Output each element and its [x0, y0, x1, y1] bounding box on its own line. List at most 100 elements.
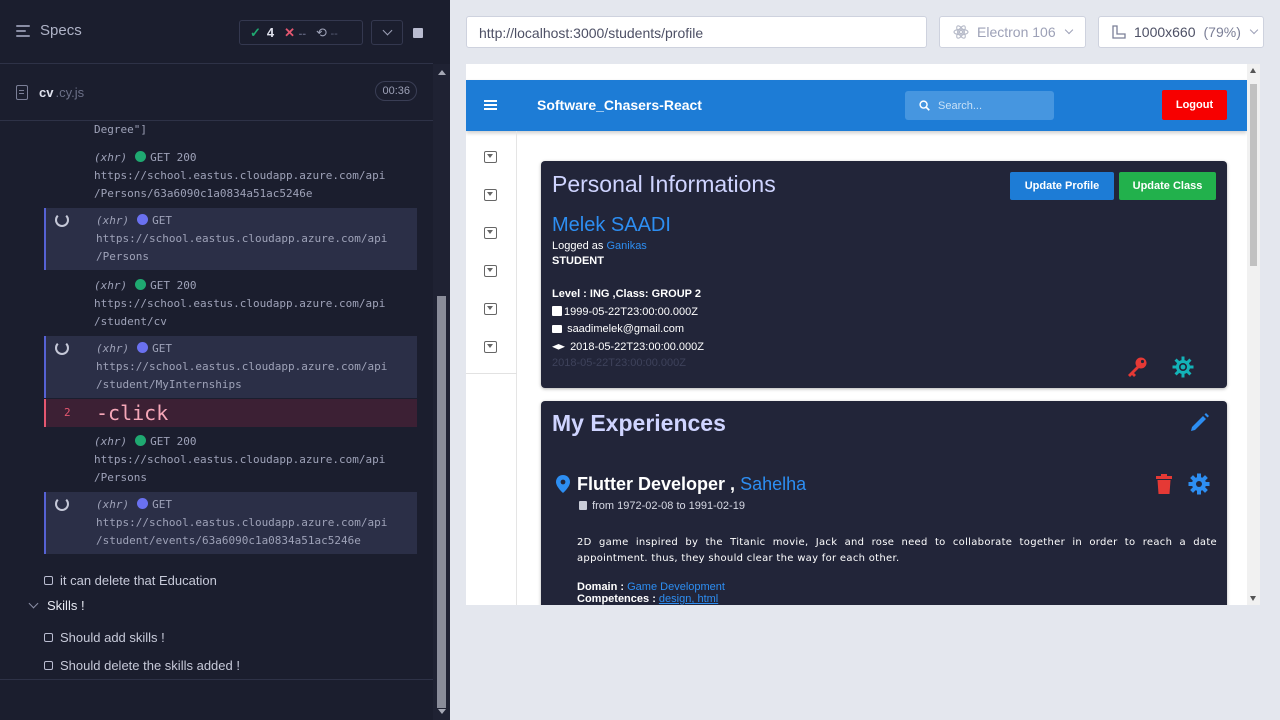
scroll-up-icon	[1250, 68, 1256, 73]
browser-selector[interactable]: Electron 106	[939, 16, 1086, 48]
inbox-icon[interactable]	[484, 303, 497, 315]
spec-timer: 00:36	[375, 81, 417, 101]
failed-count: ✕ --	[284, 24, 306, 40]
specs-menu-icon	[16, 24, 32, 37]
search-icon	[919, 100, 930, 111]
experience-domain: Domain : Game Development Competences : …	[577, 581, 725, 605]
aut-scrollbar[interactable]	[1247, 64, 1260, 605]
location-pin-icon	[556, 475, 570, 493]
command-xhr[interactable]: (xhr) GET 200 https://school.eastus.cloud…	[44, 277, 417, 329]
status-dot-green	[135, 279, 147, 290]
update-class-button[interactable]: Update Class	[1119, 172, 1216, 200]
inbox-icon[interactable]	[484, 151, 497, 163]
status-dot-blue	[137, 342, 149, 353]
gear-icon[interactable]	[1188, 473, 1210, 495]
specs-label: Specs	[40, 22, 82, 39]
chevron-down-icon	[382, 25, 392, 36]
test-status-icon	[44, 661, 53, 670]
level-class: Level : ING ,Class: GROUP 2	[552, 288, 701, 300]
specs-link[interactable]: Specs	[16, 22, 82, 39]
electron-icon	[953, 25, 969, 39]
app-brand[interactable]: Software_Chasers-React	[537, 97, 702, 113]
trash-icon[interactable]	[1153, 473, 1175, 495]
status-dot-blue	[137, 214, 149, 225]
scroll-down-icon	[438, 709, 446, 714]
company-link[interactable]: Sahelha	[740, 474, 806, 494]
student-name: Melek SAADI	[552, 214, 671, 236]
menu-icon[interactable]	[484, 100, 497, 110]
app-bar: Software_Chasers-React Search... Logout	[466, 80, 1247, 131]
graduation-cap-icon	[552, 344, 565, 350]
inbox-icon[interactable]	[484, 265, 497, 277]
file-icon	[16, 84, 28, 100]
search-input[interactable]: Search...	[905, 91, 1054, 120]
url-bar[interactable]: http://localhost:3000/students/profile	[466, 16, 927, 48]
gear-icon[interactable]	[1172, 356, 1194, 378]
edit-pencil-icon[interactable]	[1189, 411, 1211, 433]
role: STUDENT	[552, 255, 604, 267]
command-xhr-pending[interactable]: (xhr) GET https://school.eastus.cloudapp.…	[44, 492, 417, 554]
experience-title: Flutter Developer , Sahelha	[577, 474, 807, 494]
test-delete-skills[interactable]: Should delete the skills added !	[44, 658, 240, 673]
update-profile-button[interactable]: Update Profile	[1010, 172, 1114, 200]
scrollbar-thumb[interactable]	[437, 296, 446, 708]
aut-iframe: Software_Chasers-React Search... Logout …	[466, 64, 1260, 605]
spec-ext: .cy.js	[55, 84, 85, 100]
command-xhr-pending[interactable]: (xhr) GET https://school.eastus.cloudapp.…	[44, 336, 417, 398]
calendar-icon	[552, 306, 562, 316]
reporter-scrollbar[interactable]	[433, 64, 450, 720]
hidden-date: 2018-05-22T23:00:00.000Z	[552, 357, 686, 369]
username-link[interactable]: Ganikas	[606, 240, 646, 252]
test-add-skills[interactable]: Should add skills !	[44, 630, 165, 645]
experience-description: 2D game inspired by the Titanic movie, J…	[577, 537, 1217, 564]
test-delete-education[interactable]: it can delete that Education	[44, 573, 217, 588]
side-nav	[466, 131, 517, 605]
stop-button[interactable]	[402, 20, 434, 45]
logout-button[interactable]: Logout	[1162, 90, 1227, 120]
birth-date: 1999-05-22T23:00:00.000Z	[552, 306, 698, 318]
pending-count: ⟲ --	[315, 24, 338, 40]
scroll-down-icon	[1250, 596, 1256, 601]
experiences-card: My Experiences Flutter Developer , Sahel…	[541, 401, 1227, 605]
test-status-icon	[44, 576, 53, 585]
inbox-icon[interactable]	[484, 227, 497, 239]
stop-icon	[413, 27, 423, 38]
personal-info-card: Personal Informations Update Profile Upd…	[541, 161, 1227, 388]
test-stats: ✓ 4 ✕ -- ⟲ --	[239, 20, 363, 45]
loading-spinner-icon	[55, 497, 69, 511]
chevron-down-icon	[28, 598, 39, 609]
inbox-icon[interactable]	[484, 189, 497, 201]
command-line-fragment: Degree"]	[94, 123, 147, 136]
key-icon[interactable]	[1126, 356, 1148, 378]
viewport-selector[interactable]: 1000x660 (79%)	[1098, 16, 1264, 48]
experience-dates: from 1972-02-08 to 1991-02-19	[579, 500, 745, 512]
loading-spinner-icon	[55, 213, 69, 227]
scrollbar-thumb[interactable]	[1250, 84, 1257, 266]
card-title: Personal Informations	[552, 171, 776, 197]
competences-link[interactable]: design, html	[659, 593, 718, 605]
app-under-test-panel: http://localhost:3000/students/profile E…	[450, 0, 1280, 720]
loading-spinner-icon	[55, 341, 69, 355]
graduation-date: 2018-05-22T23:00:00.000Z	[552, 341, 704, 353]
chevron-down-icon	[1249, 25, 1259, 35]
spec-title[interactable]: cv .cy.js 00:36	[16, 80, 417, 104]
command-click[interactable]: 2 -click	[44, 399, 417, 427]
inbox-icon[interactable]	[484, 341, 497, 353]
chevron-down-button[interactable]	[371, 20, 403, 45]
card-title: My Experiences	[552, 410, 726, 436]
divider	[0, 679, 433, 680]
command-xhr-pending[interactable]: (xhr) GET https://school.eastus.cloudapp.…	[44, 208, 417, 270]
command-xhr[interactable]: (xhr) GET 200 https://school.eastus.cloud…	[44, 149, 417, 201]
cypress-reporter: Specs ✓ 4 ✕ -- ⟲ -- cv .cy.js 00:36 Degre…	[0, 0, 450, 720]
domain-link[interactable]: Game Development	[627, 581, 725, 593]
ruler-icon	[1112, 25, 1126, 39]
suite-skills[interactable]: Skills !	[28, 598, 85, 613]
status-dot-blue	[137, 498, 149, 509]
command-xhr[interactable]: (xhr) GET 200 https://school.eastus.cloud…	[44, 433, 417, 485]
logged-as: Logged as Ganikas	[552, 240, 647, 252]
chevron-down-icon	[1064, 25, 1073, 35]
passed-count: ✓ 4	[250, 24, 275, 40]
test-status-icon	[44, 633, 53, 642]
calendar-icon	[579, 501, 587, 510]
email: saadimelek@gmail.com	[552, 323, 684, 335]
